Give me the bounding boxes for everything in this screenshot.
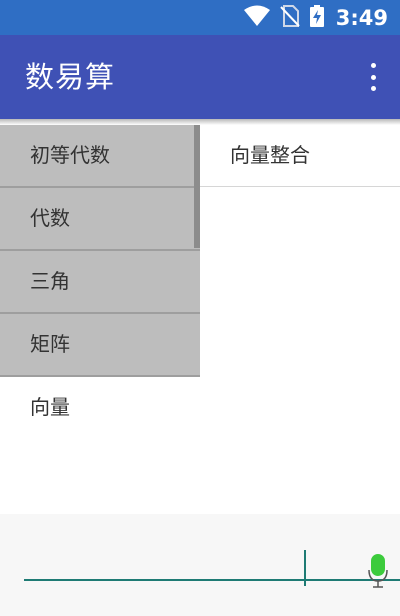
- app-bar: 数易算: [0, 35, 400, 119]
- battery-charging-icon: [309, 4, 324, 31]
- category-item-trigonometry[interactable]: 三角: [0, 251, 200, 314]
- subitem-vector-integration[interactable]: 向量整合: [200, 125, 400, 187]
- microphone-icon[interactable]: [367, 554, 389, 590]
- subitem-list: 向量整合: [200, 125, 400, 187]
- input-underline: [24, 579, 400, 581]
- status-time: 3:49: [335, 5, 388, 30]
- category-item-algebra[interactable]: 代数: [0, 188, 200, 251]
- category-item-vector[interactable]: 向量: [0, 377, 200, 438]
- status-bar: 3:49: [0, 0, 400, 35]
- overflow-menu-icon[interactable]: [368, 63, 378, 91]
- category-item-elementary-algebra[interactable]: 初等代数: [0, 125, 200, 188]
- category-list: 初等代数 代数 三角 矩阵 向量: [0, 125, 200, 438]
- input-area: [0, 514, 400, 616]
- no-sim-icon: [280, 4, 300, 31]
- category-item-matrix[interactable]: 矩阵: [0, 314, 200, 377]
- app-title: 数易算: [25, 60, 116, 94]
- expression-input[interactable]: [24, 544, 364, 580]
- status-icons: 3:49: [243, 0, 388, 35]
- wifi-icon: [243, 5, 270, 31]
